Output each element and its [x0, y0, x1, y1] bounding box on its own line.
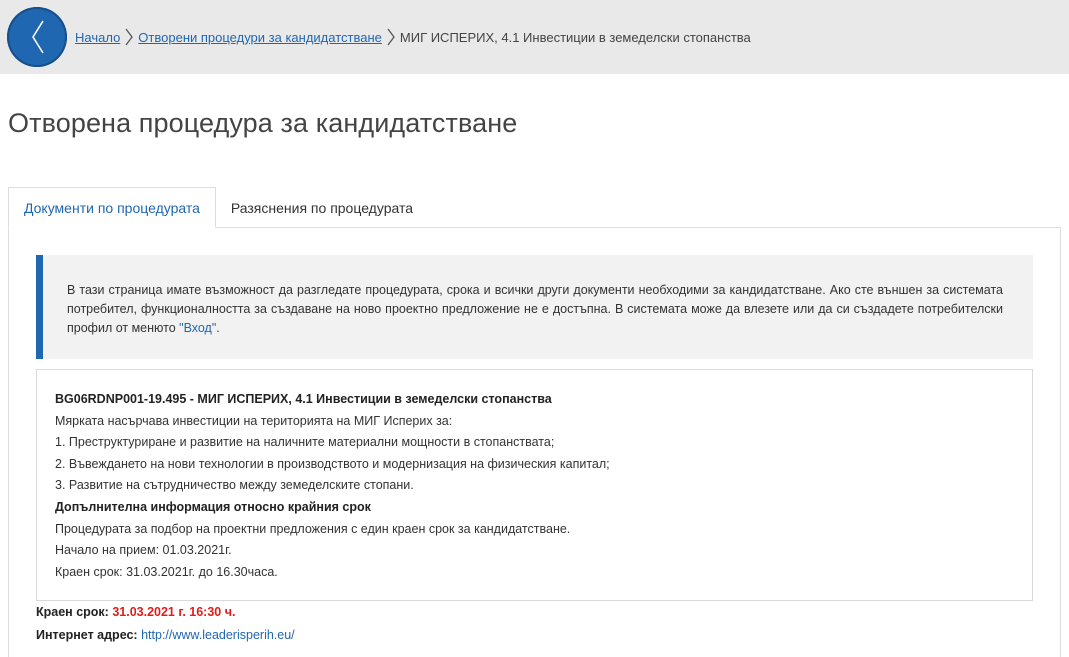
website-link[interactable]: http://www.leaderisperih.eu/ — [141, 628, 295, 642]
chevron-right-icon — [125, 28, 134, 46]
procedure-details: BG06RDNP001-19.495 - МИГ ИСПЕРИХ, 4.1 Ин… — [36, 369, 1033, 601]
procedure-point: 1. Преструктуриране и развитие на наличн… — [55, 435, 555, 450]
info-notice: В тази страница имате възможност да разг… — [36, 255, 1033, 359]
deadline-value: 31.03.2021 г. 16:30 ч. — [112, 605, 236, 619]
procedure-heading: BG06RDNP001-19.495 - МИГ ИСПЕРИХ, 4.1 Ин… — [55, 392, 552, 406]
breadcrumb: Начало Отворени процедури за кандидатств… — [75, 27, 751, 47]
website-row: Интернет адрес: http://www.leaderisperih… — [36, 628, 295, 642]
breadcrumb-link-open-procedures[interactable]: Отворени процедури за кандидатстване — [138, 30, 382, 45]
website-label: Интернет адрес: — [36, 628, 138, 642]
tab-procedure-clarifications[interactable]: Разяснения по процедурата — [216, 187, 428, 228]
breadcrumb-bar: Начало Отворени процедури за кандидатств… — [0, 0, 1069, 74]
login-link[interactable]: "Вход" — [179, 321, 216, 335]
page-title: Отворена процедура за кандидатстване — [8, 108, 518, 138]
extra-info-line: Процедурата за подбор на проектни предло… — [55, 521, 571, 536]
notice-text-end: . — [216, 321, 220, 335]
tab-bar: Документи по процедурата Разяснения по п… — [8, 187, 428, 228]
chevron-left-icon — [32, 20, 44, 54]
deadline-row: Краен срок: 31.03.2021 г. 16:30 ч. — [36, 605, 235, 619]
procedure-point: 2. Въвеждането на нови технологии в прои… — [55, 456, 610, 471]
deadline-label: Краен срок: — [36, 605, 109, 619]
extra-info-line: Краен срок: 31.03.2021г. до 16.30часа. — [55, 564, 278, 579]
breadcrumb-link-home[interactable]: Начало — [75, 30, 120, 45]
extra-info-heading: Допълнителна информация относно крайния … — [55, 499, 371, 514]
extra-info-line: Начало на прием: 01.03.2021г. — [55, 543, 232, 558]
procedure-point: 3. Развитие на сътрудничество между земе… — [55, 478, 414, 493]
tab-procedure-documents[interactable]: Документи по процедурата — [8, 187, 216, 228]
breadcrumb-current: МИГ ИСПЕРИХ, 4.1 Инвестиции в земеделски… — [399, 29, 751, 45]
back-button[interactable] — [7, 7, 67, 67]
chevron-right-icon — [387, 28, 395, 46]
procedure-intro: Мярката насърчава инвестиции на територи… — [55, 413, 453, 428]
